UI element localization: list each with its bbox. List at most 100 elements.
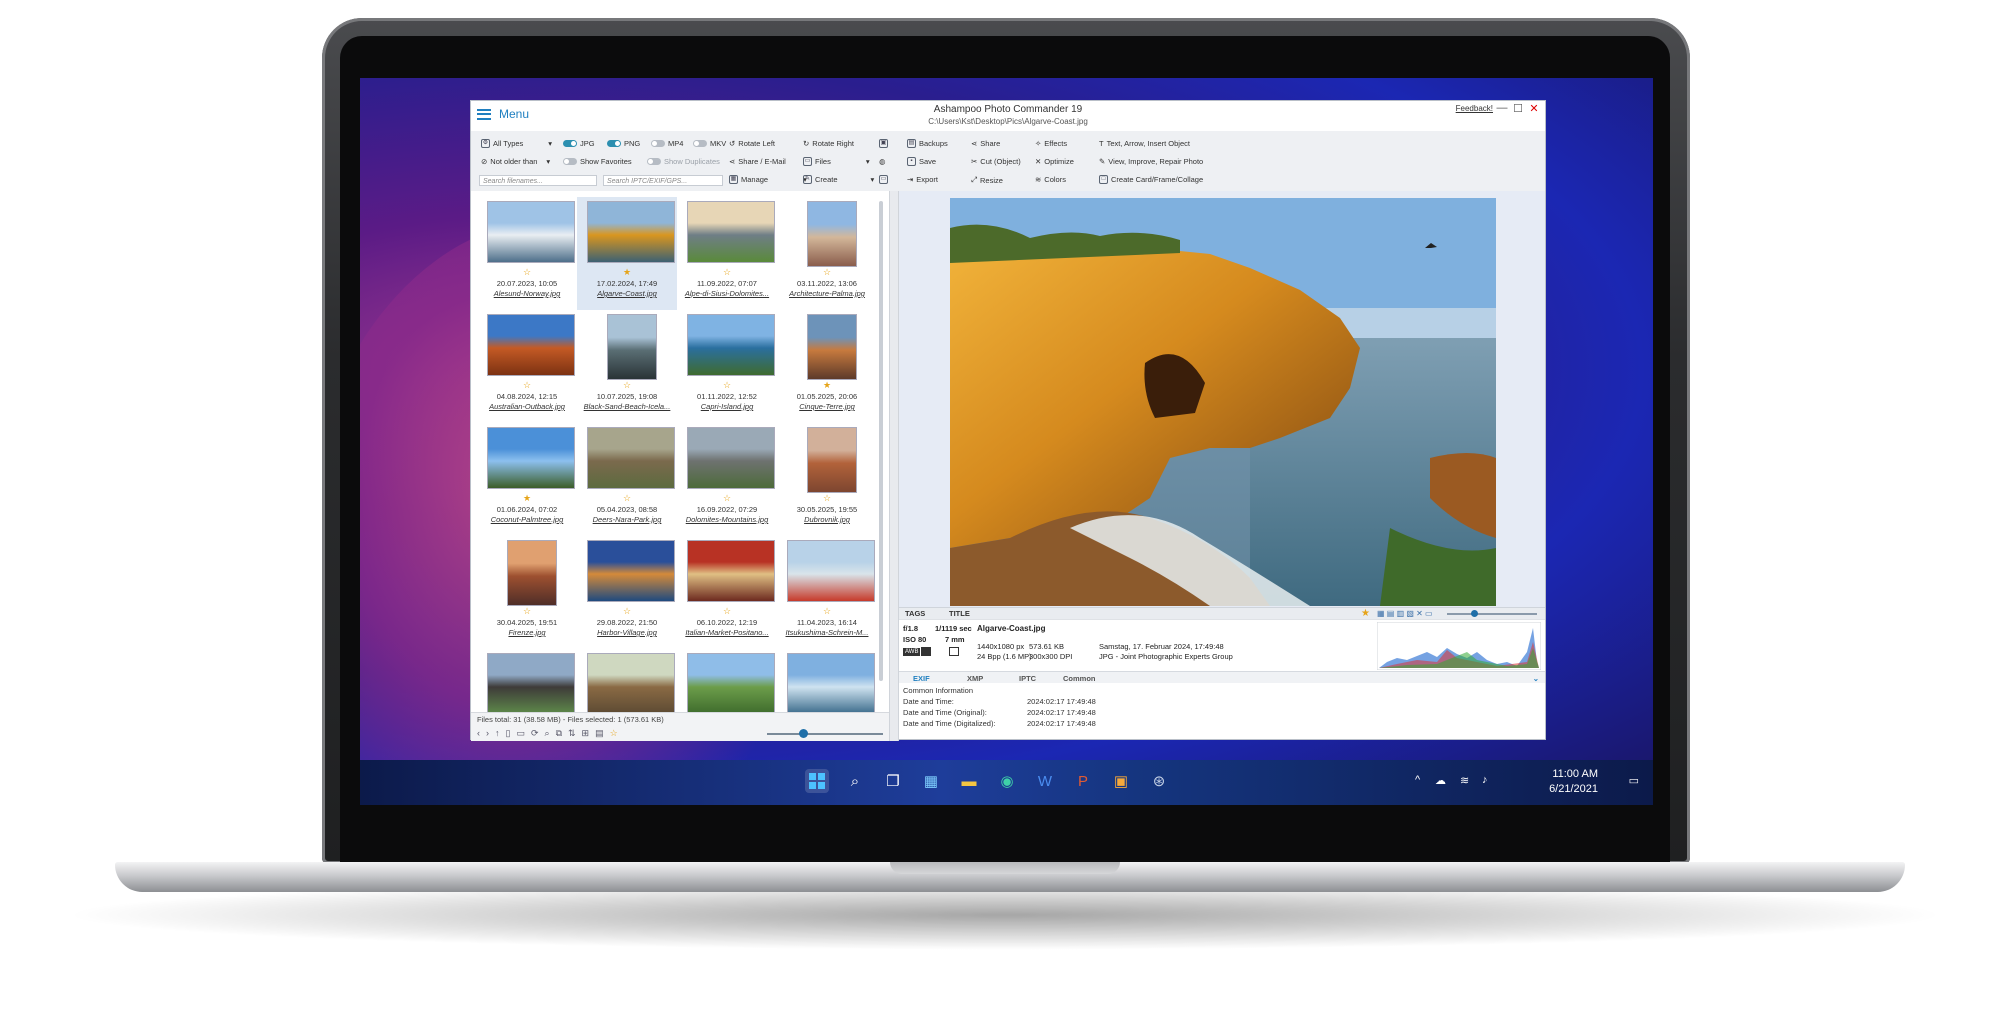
thumbnail-filename[interactable]: Dubrovnik.jpg	[777, 515, 877, 524]
globe-button[interactable]: ◍	[879, 157, 886, 166]
up-arrow-icon[interactable]: ↑	[495, 728, 500, 739]
star-outline-icon[interactable]: ☆	[677, 494, 777, 503]
title-tab[interactable]: TITLE	[949, 609, 970, 618]
thumbnail-item[interactable]: ★ 01.05.2025, 20:06 Cinque-Terre.jpg	[777, 310, 877, 423]
file-explorer-icon[interactable]: ▬	[957, 769, 981, 793]
favorite-filter-icon[interactable]: ☆	[610, 728, 618, 739]
cloud-icon[interactable]: ☁	[1435, 774, 1446, 787]
wifi-icon[interactable]: ≋	[1460, 774, 1469, 787]
cut-object-button[interactable]: ✂ Cut (Object)	[971, 157, 1021, 166]
pane-divider[interactable]	[889, 191, 899, 741]
thumbnail-scrollbar[interactable]	[879, 201, 883, 681]
thumbnail-filename[interactable]: Itsukushima-Schrein-M...	[777, 628, 877, 637]
chevron-down-icon[interactable]: ⌄	[1533, 674, 1539, 683]
effects-button[interactable]: ✧ Effects	[1035, 139, 1067, 148]
share-email-button[interactable]: ⋖ Share / E-Mail	[729, 157, 786, 166]
windows-start-icon[interactable]	[805, 769, 829, 793]
tab-common[interactable]: Common	[1063, 674, 1096, 683]
image-icon-button[interactable]: ▣	[879, 139, 888, 148]
star-outline-icon[interactable]: ☆	[477, 381, 577, 390]
mp4-toggle[interactable]: MP4	[651, 139, 683, 148]
optimize-button[interactable]: ✕ Optimize	[1035, 157, 1074, 166]
save-button[interactable]: ▪ Save	[907, 157, 936, 166]
word-icon[interactable]: W	[1033, 769, 1057, 793]
maximize-button[interactable]: ☐	[1511, 102, 1525, 115]
thumbnail-item[interactable]: ☆ 05.04.2023, 08:58 Deers-Nara-Park.jpg	[577, 423, 677, 536]
thumbnail-item[interactable]: ☆ 29.08.2022, 21:50 Harbor-Village.jpg	[577, 536, 677, 649]
back-arrow-icon[interactable]: ‹	[477, 728, 480, 739]
star-outline-icon[interactable]: ☆	[577, 381, 677, 390]
thumbnail-item[interactable]: ☆ 16.09.2022, 07:29 Dolomites-Mountains.jp…	[677, 423, 777, 536]
backups-button[interactable]: ▤ Backups	[907, 139, 948, 148]
layout-icon[interactable]: ▤	[595, 728, 604, 739]
png-toggle[interactable]: PNG	[607, 139, 640, 148]
thumbnail-filename[interactable]: Deers-Nara-Park.jpg	[577, 515, 677, 524]
search-icon[interactable]: ⌕	[843, 769, 867, 793]
search-filenames-input[interactable]: Search filenames...	[479, 175, 597, 186]
edge-icon[interactable]: ◉	[995, 769, 1019, 793]
thumbnail-filename[interactable]: Firenze.jpg	[477, 628, 577, 637]
show-duplicates-toggle[interactable]: Show Duplicates	[647, 157, 720, 166]
star-outline-icon[interactable]: ☆	[677, 381, 777, 390]
monitor-button[interactable]: ▭	[879, 175, 888, 184]
system-clock[interactable]: 11:00 AM 6/21/2021	[1549, 767, 1598, 797]
jpg-toggle[interactable]: JPG	[563, 139, 595, 148]
thumbnail-filename[interactable]: Coconut-Palmtree.jpg	[477, 515, 577, 524]
minimize-button[interactable]: —	[1495, 102, 1509, 114]
favorite-star-icon[interactable]: ★	[477, 494, 577, 503]
favorite-star-icon[interactable]: ★	[577, 268, 677, 277]
thumbnail-filename[interactable]: Architecture-Palma.jpg	[777, 289, 877, 298]
star-outline-icon[interactable]: ☆	[477, 268, 577, 277]
thumbnail-item[interactable]: ★ 01.06.2024, 07:02 Coconut-Palmtree.jpg	[477, 423, 577, 536]
favorite-star-icon[interactable]: ★	[777, 381, 877, 390]
create-card-button[interactable]: □ Create Card/Frame/Collage	[1099, 175, 1203, 184]
thumbnail-filename[interactable]: Capri-Island.jpg	[677, 402, 777, 411]
thumbnail-item[interactable]: ☆ 11.09.2022, 07:07 Alpe-di-Siusi-Dolomite…	[677, 197, 777, 310]
thumbnail-filename[interactable]: Harbor-Village.jpg	[577, 628, 677, 637]
star-outline-icon[interactable]: ☆	[777, 494, 877, 503]
text-arrow-button[interactable]: T Text, Arrow, Insert Object	[1099, 139, 1190, 148]
panel-icon[interactable]: ▯	[506, 728, 511, 739]
search-iptc-input[interactable]: Search IPTC/EXIF/GPS...	[603, 175, 723, 186]
store-icon[interactable]: ▣	[1109, 769, 1133, 793]
zoom-icon[interactable]: ⌕	[545, 728, 550, 739]
rating-star-icon[interactable]: ★	[1361, 608, 1370, 619]
colors-button[interactable]: ≋ Colors	[1035, 175, 1066, 184]
thumbnail-item[interactable]: ☆ 10.07.2025, 19:08 Black-Sand-Beach-Icela…	[577, 310, 677, 423]
show-favorites-toggle[interactable]: Show Favorites	[563, 157, 632, 166]
export-button[interactable]: ⇥ Export	[907, 175, 938, 184]
view-mode-icons[interactable]: ▦ ▤ ▥ ▧ ✕ ▭	[1377, 609, 1433, 618]
thumbnail-filename[interactable]: Italian-Market-Positano...	[677, 628, 777, 637]
slider-knob[interactable]	[799, 729, 808, 738]
thumbnail-item[interactable]	[477, 649, 577, 712]
rotate-right-button[interactable]: ↻ Rotate Right	[803, 139, 854, 148]
thumbnail-filename[interactable]: Alesund-Norway.jpg	[477, 289, 577, 298]
powerpoint-icon[interactable]: P	[1071, 769, 1095, 793]
star-outline-icon[interactable]: ☆	[477, 607, 577, 616]
thumbnail-item[interactable]: ☆ 03.11.2022, 13:06 Architecture-Palma.jpg	[777, 197, 877, 310]
thumbnail-filename[interactable]: Algarve-Coast.jpg	[577, 289, 677, 298]
share-button[interactable]: ⋖ Share	[971, 139, 1000, 148]
types-dropdown[interactable]: ⚙ All Types ▾	[481, 139, 552, 148]
thumbnail-filename[interactable]: Black-Sand-Beach-Icela...	[577, 402, 677, 411]
task-view-icon[interactable]: ❐	[881, 769, 905, 793]
thumbnail-item[interactable]	[777, 649, 877, 712]
star-outline-icon[interactable]: ☆	[777, 268, 877, 277]
thumbnail-item[interactable]: ☆ 20.07.2023, 10:05 Alesund-Norway.jpg	[477, 197, 577, 310]
star-outline-icon[interactable]: ☆	[677, 607, 777, 616]
star-outline-icon[interactable]: ☆	[777, 607, 877, 616]
view-improve-button[interactable]: ✎ View, Improve, Repair Photo	[1099, 157, 1203, 166]
tags-tab[interactable]: TAGS	[905, 609, 925, 618]
resize-button[interactable]: ⤢ Resize	[971, 175, 1003, 185]
thumbnail-size-slider[interactable]	[767, 733, 883, 735]
widgets-icon[interactable]: ▦	[919, 769, 943, 793]
close-button[interactable]: ✕	[1527, 102, 1541, 115]
refresh-icon[interactable]: ⟳	[531, 728, 539, 739]
grid-view-icon[interactable]: ⊞	[582, 728, 590, 739]
mkv-toggle[interactable]: MKV	[693, 139, 726, 148]
thumbnail-item[interactable]: ☆ 30.05.2025, 19:55 Dubrovnik.jpg	[777, 423, 877, 536]
create-dropdown[interactable]: ✎ Create ▾	[803, 175, 874, 184]
thumbnail-item[interactable]: ☆ 30.04.2025, 19:51 Firenze.jpg	[477, 536, 577, 649]
thumbnail-filename[interactable]: Alpe-di-Siusi-Dolomites...	[677, 289, 777, 298]
star-outline-icon[interactable]: ☆	[577, 494, 677, 503]
